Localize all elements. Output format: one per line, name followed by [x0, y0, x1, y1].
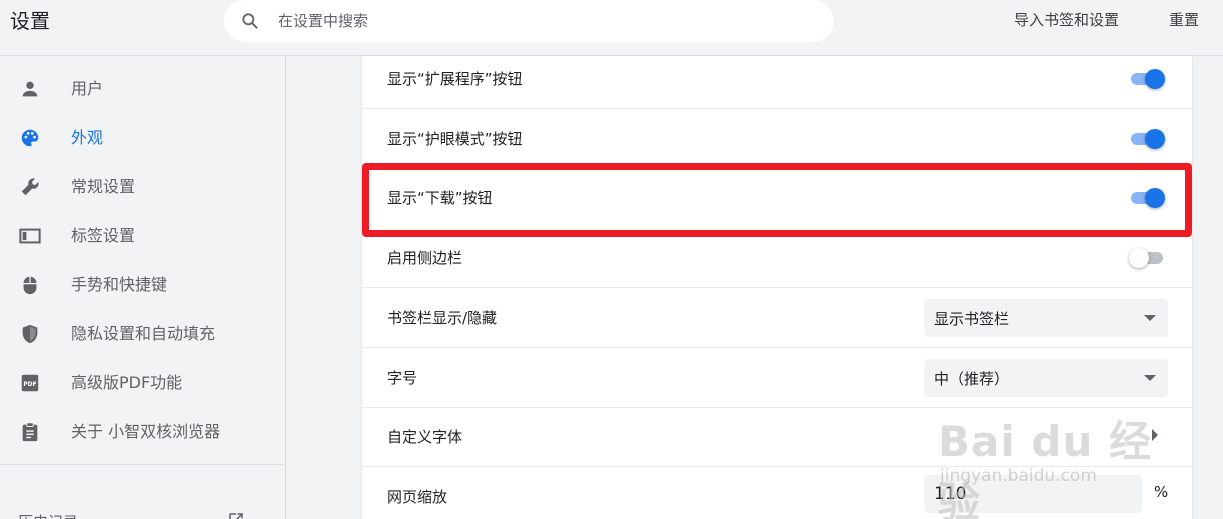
sidebar-item-user[interactable]: 用户 [0, 66, 286, 112]
sidebar-item-pdf[interactable]: PDF 高级版PDF功能 [0, 360, 286, 406]
setting-label: 书签栏显示/隐藏 [387, 309, 498, 327]
wrench-icon [21, 178, 39, 196]
search-box[interactable] [224, 0, 834, 42]
page-zoom-input[interactable] [924, 475, 1142, 513]
palette-icon [21, 129, 39, 147]
setting-row-sidebar: 启用侧边栏 [362, 228, 1192, 288]
toggle-knob [1145, 69, 1165, 89]
reset-link[interactable]: 重置 [1169, 9, 1199, 30]
pdf-icon: PDF [21, 374, 39, 392]
header-bar: 设置 导入书签和设置 重置 [0, 0, 1223, 56]
bookmarks-bar-select[interactable]: 显示书签栏 [924, 299, 1168, 337]
sidebar-item-appearance[interactable]: 外观 [0, 115, 286, 161]
sidebar-item-label: 关于 小智双核浏览器 [71, 422, 221, 441]
dropdown-arrow-icon [1144, 375, 1156, 381]
setting-row-font-size: 字号 中（推荐） [362, 348, 1192, 408]
tab-icon [19, 228, 41, 244]
setting-row-custom-fonts[interactable]: 自定义字体 [362, 407, 1192, 467]
search-icon [242, 13, 258, 29]
dropdown-arrow-icon [1144, 315, 1156, 321]
toggle-knob [1129, 248, 1149, 268]
setting-row-eye-care-button: 显示“护眼模式”按钮 [362, 109, 1192, 169]
setting-label: 自定义字体 [387, 428, 463, 446]
search-input[interactable] [278, 9, 798, 33]
person-icon [22, 81, 38, 97]
setting-label: 显示“下载”按钮 [387, 189, 493, 207]
zoom-unit-label: % [1154, 483, 1169, 501]
download-button-toggle[interactable] [1129, 188, 1165, 208]
sidebar-item-label: 常规设置 [71, 177, 136, 196]
sidebar-item-gestures[interactable]: 手势和快捷键 [0, 262, 286, 308]
sidebar-item-privacy[interactable]: 隐私设置和自动填充 [0, 311, 286, 357]
sidebar-divider [0, 464, 286, 465]
sidebar-item-label: 高级版PDF功能 [71, 373, 183, 392]
import-bookmarks-link[interactable]: 导入书签和设置 [1014, 9, 1119, 30]
setting-label: 显示“扩展程序”按钮 [387, 70, 523, 88]
shield-icon [22, 324, 38, 344]
sidebar-item-label: 手势和快捷键 [71, 275, 168, 294]
setting-label: 显示“护眼模式”按钮 [387, 130, 523, 148]
toggle-knob [1145, 188, 1165, 208]
eye-care-button-toggle[interactable] [1129, 129, 1165, 149]
sidebar-item-about[interactable]: 关于 小智双核浏览器 [0, 409, 286, 455]
sidebar-item-history[interactable]: 历史记录 [18, 511, 78, 519]
setting-label: 字号 [387, 369, 418, 387]
font-size-select[interactable]: 中（推荐） [924, 359, 1168, 397]
sidebar-item-general[interactable]: 常规设置 [0, 164, 286, 210]
appearance-settings-card: 显示“扩展程序”按钮 显示“护眼模式”按钮 显示“下载”按钮 启用侧边栏 书签栏… [362, 56, 1192, 519]
svg-text:PDF: PDF [23, 381, 36, 388]
sidebar-item-tabs[interactable]: 标签设置 [0, 213, 286, 259]
setting-label: 启用侧边栏 [387, 249, 463, 267]
sidebar-item-label: 外观 [71, 128, 104, 147]
sidebar-toggle[interactable] [1129, 248, 1165, 268]
extensions-button-toggle[interactable] [1129, 69, 1165, 89]
sidebar-item-label: 用户 [71, 79, 104, 98]
mouse-icon [23, 276, 37, 295]
clipboard-icon [22, 422, 38, 442]
sidebar-item-label: 标签设置 [71, 226, 136, 245]
select-value: 显示书签栏 [934, 310, 1010, 328]
external-link-icon[interactable] [227, 511, 245, 519]
select-value: 中（推荐） [934, 370, 1010, 388]
chevron-right-icon[interactable] [1152, 429, 1158, 441]
setting-label: 网页缩放 [387, 488, 448, 506]
setting-row-extensions-button: 显示“扩展程序”按钮 [362, 49, 1192, 109]
page-title: 设置 [10, 9, 50, 33]
setting-row-bookmarks-bar: 书签栏显示/隐藏 显示书签栏 [362, 288, 1192, 348]
setting-row-download-button: 显示“下载”按钮 [362, 168, 1192, 228]
sidebar-item-label: 隐私设置和自动填充 [71, 324, 216, 343]
toggle-knob [1145, 129, 1165, 149]
sidebar: 用户 外观 常规设置 标签设置 手势和快捷键 隐私设置和自动填充 PDF 高级版… [0, 56, 286, 519]
setting-row-page-zoom: 网页缩放 % [362, 467, 1192, 519]
